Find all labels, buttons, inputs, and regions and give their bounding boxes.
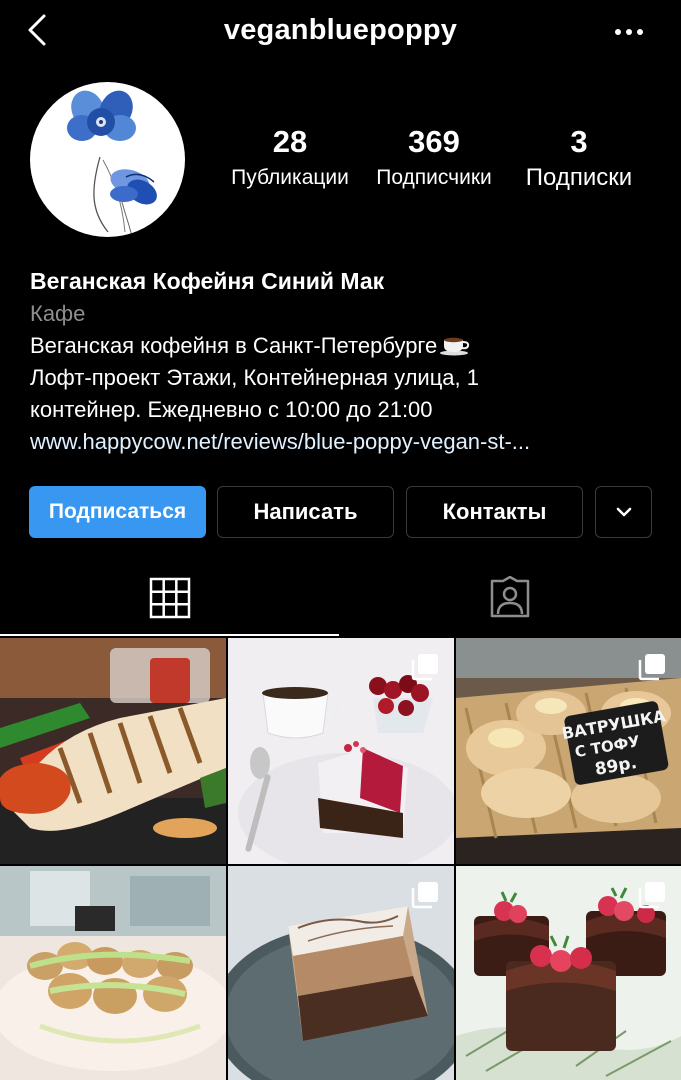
bio-line-text: Веганская кофейня в Санкт-Петербурге: [30, 333, 438, 358]
more-horizontal-icon[interactable]: [611, 18, 647, 46]
stat-posts[interactable]: 28 Публикации: [222, 124, 358, 190]
stat-following[interactable]: 3 Подписки: [516, 124, 642, 192]
top-bar: veganbluepoppy: [0, 0, 681, 64]
stat-followers-count: 369: [408, 124, 460, 159]
profile-tabs: [0, 560, 681, 638]
bio-line: Лофт-проект Этажи, Контейнерная улица, 1: [30, 365, 480, 390]
multiple-photos-icon: [411, 882, 438, 909]
follow-button[interactable]: Подписаться: [29, 486, 206, 538]
hot-dog-photo: [0, 638, 226, 864]
post-thumbnail[interactable]: [456, 866, 681, 1080]
stat-followers[interactable]: 369 Подписчики: [365, 124, 503, 190]
posts-grid: ВАТРУШКА С ТОФУ 89р.: [0, 638, 681, 1080]
tagged-person-icon: [490, 576, 530, 618]
post-thumbnail[interactable]: [0, 638, 226, 864]
bio-line: контейнер. Ежедневно с 10:00 до 21:00: [30, 397, 433, 422]
stat-following-label: Подписки: [525, 164, 633, 191]
profile-category[interactable]: Кафе: [30, 298, 660, 330]
post-thumbnail[interactable]: [228, 638, 454, 864]
stat-followers-label: Подписчики: [376, 166, 492, 189]
active-tab-indicator: [0, 634, 339, 636]
bio-line: Веганская кофейня в Санкт-Петербурге: [30, 330, 660, 362]
blue-poppy-logo-icon: [67, 90, 157, 237]
multiple-photos-icon: [638, 654, 665, 681]
multiple-photos-icon: [411, 654, 438, 681]
suggested-accounts-button[interactable]: [595, 486, 652, 538]
post-thumbnail[interactable]: [228, 866, 454, 1080]
tab-tagged[interactable]: [339, 560, 681, 636]
stat-following-count: 3: [570, 124, 588, 159]
chevron-down-icon: [616, 507, 631, 517]
stat-posts-label: Публикации: [231, 166, 349, 189]
bio-website-link[interactable]: www.happycow.net/reviews/blue-poppy-vega…: [30, 426, 660, 458]
tab-posts-grid[interactable]: [0, 560, 339, 636]
avatar[interactable]: [30, 82, 185, 237]
profile-bio: Веганская Кофейня Синий Мак Кафе Веганск…: [30, 265, 660, 458]
message-button[interactable]: Написать: [217, 486, 394, 538]
stuffed-buns-photo: [0, 866, 226, 1080]
multiple-photos-icon: [638, 882, 665, 909]
grid-icon: [149, 577, 190, 619]
coffee-cup-icon: [440, 337, 470, 356]
post-thumbnail[interactable]: [0, 866, 226, 1080]
profile-username: veganbluepoppy: [223, 14, 458, 46]
profile-display-name: Веганская Кофейня Синий Мак: [30, 268, 385, 294]
post-thumbnail[interactable]: ВАТРУШКА С ТОФУ 89р.: [456, 638, 681, 864]
contacts-button[interactable]: Контакты: [406, 486, 583, 538]
stat-posts-count: 28: [272, 124, 308, 159]
